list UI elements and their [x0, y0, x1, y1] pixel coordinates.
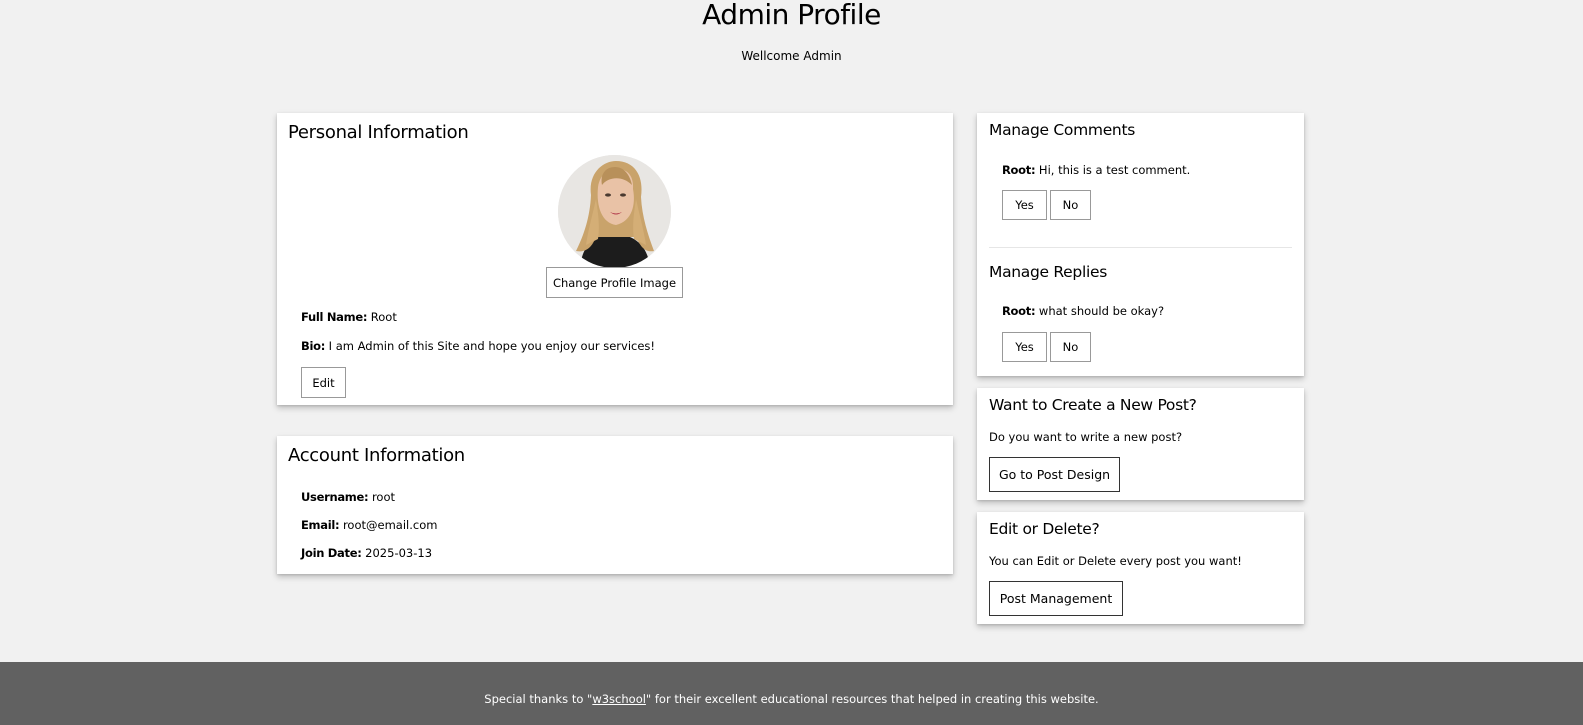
footer: Special thanks to "w3school" for their e…: [0, 662, 1583, 725]
full-name-row: Full Name: Root: [301, 310, 397, 324]
account-information-card: Account Information Username: root Email…: [277, 436, 953, 574]
personal-information-card: Personal Information Change Profile Imag…: [277, 113, 953, 405]
manage-replies-title: Manage Replies: [989, 263, 1107, 281]
bio-row: Bio: I am Admin of this Site and hope yo…: [301, 339, 655, 353]
approve-reply-button[interactable]: Yes: [1002, 332, 1047, 362]
reject-reply-button[interactable]: No: [1050, 332, 1091, 362]
section-divider: [989, 247, 1292, 248]
page-title: Admin Profile: [702, 0, 881, 31]
join-date-row: Join Date: 2025-03-13: [301, 546, 432, 560]
comment-text: Hi, this is a test comment.: [1038, 163, 1191, 177]
page-subtitle: Wellcome Admin: [741, 49, 842, 63]
new-post-title: Want to Create a New Post?: [989, 396, 1197, 414]
change-profile-image-button[interactable]: Change Profile Image: [546, 267, 683, 298]
profile-avatar: [558, 155, 671, 268]
email-label: Email:: [301, 518, 340, 532]
new-post-text: Do you want to write a new post?: [989, 430, 1183, 444]
footer-text-prefix: Special thanks to ": [484, 692, 593, 706]
bio-label: Bio:: [301, 339, 326, 353]
account-information-title: Account Information: [288, 445, 465, 466]
new-post-card: Want to Create a New Post? Do you want t…: [977, 388, 1304, 500]
full-name-label: Full Name:: [301, 310, 368, 324]
go-to-post-design-button[interactable]: Go to Post Design: [989, 457, 1120, 492]
edit-delete-card: Edit or Delete? You can Edit or Delete e…: [977, 512, 1304, 624]
reply-text: what should be okay?: [1038, 304, 1165, 318]
edit-delete-title: Edit or Delete?: [989, 520, 1100, 538]
join-date-value: 2025-03-13: [365, 546, 433, 560]
post-management-button[interactable]: Post Management: [989, 581, 1123, 616]
comment-item: Root: Hi, this is a test comment.: [1002, 163, 1190, 177]
w3school-link[interactable]: w3school: [592, 692, 646, 706]
approve-comment-button[interactable]: Yes: [1002, 190, 1047, 220]
email-row: Email: root@email.com: [301, 518, 437, 532]
username-row: Username: root: [301, 490, 395, 504]
footer-text-suffix: " for their excellent educational resour…: [645, 692, 1099, 706]
manage-comments-card: Manage Comments Root: Hi, this is a test…: [977, 113, 1304, 376]
comment-author: Root:: [1002, 163, 1036, 177]
edit-delete-text: You can Edit or Delete every post you wa…: [989, 554, 1242, 568]
profile-photo-icon: [558, 155, 671, 268]
footer-credits: Special thanks to "w3school" for their e…: [0, 692, 1583, 706]
manage-comments-title: Manage Comments: [989, 121, 1136, 139]
username-label: Username:: [301, 490, 369, 504]
reply-author: Root:: [1002, 304, 1036, 318]
personal-information-title: Personal Information: [288, 122, 469, 143]
reply-item: Root: what should be okay?: [1002, 304, 1164, 318]
username-value: root: [371, 490, 396, 504]
email-value: root@email.com: [342, 518, 438, 532]
join-date-label: Join Date:: [301, 546, 362, 560]
bio-value: I am Admin of this Site and hope you enj…: [328, 339, 656, 353]
full-name-value: Root: [370, 310, 397, 324]
reject-comment-button[interactable]: No: [1050, 190, 1091, 220]
edit-profile-button[interactable]: Edit: [301, 367, 346, 398]
